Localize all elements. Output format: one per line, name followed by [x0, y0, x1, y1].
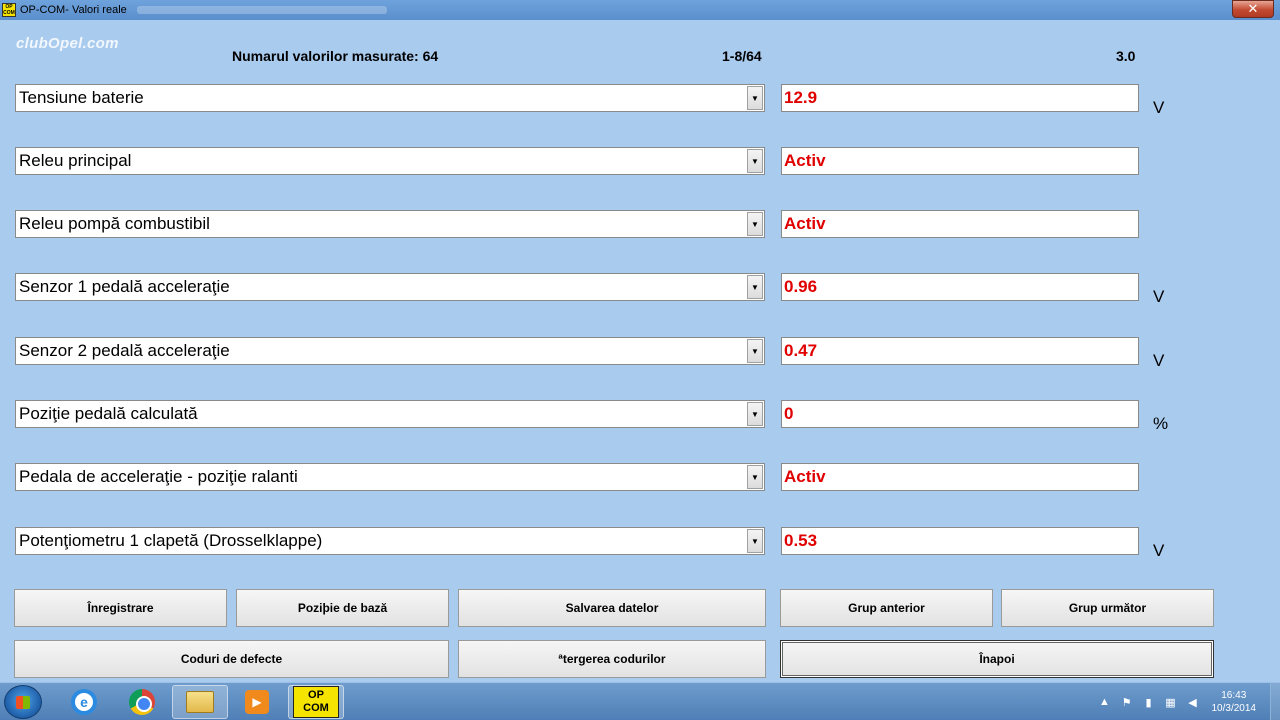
save-data-button[interactable]: Salvarea datelor [458, 589, 766, 627]
media-player-icon: ▶ [245, 690, 269, 714]
chevron-down-icon[interactable]: ▼ [747, 149, 763, 173]
taskbar-chrome[interactable] [114, 685, 170, 719]
parameter-unit-1: V [1153, 98, 1165, 117]
start-button[interactable] [4, 685, 42, 719]
parameter-label: Releu pompă combustibil [19, 214, 210, 233]
parameter-select-2[interactable]: Releu principal ▼ [15, 147, 765, 175]
tray-expand-icon[interactable]: ▲ [1098, 695, 1112, 709]
chevron-down-icon[interactable]: ▼ [747, 339, 763, 363]
parameter-value-7: Activ [781, 463, 1139, 491]
chevron-down-icon[interactable]: ▼ [747, 275, 763, 299]
window-title: OP-COM- Valori reale [20, 4, 127, 16]
volume-icon[interactable]: ◀ [1186, 695, 1200, 709]
taskbar-opcom[interactable]: OP COM [288, 685, 344, 719]
chrome-icon [129, 689, 155, 715]
clock-date: 10/3/2014 [1211, 703, 1257, 714]
taskbar-explorer[interactable] [172, 685, 228, 719]
parameter-unit-6: % [1153, 414, 1169, 433]
parameter-select-7[interactable]: Pedala de acceleraţie - poziţie ralanti … [15, 463, 765, 491]
parameter-value-4: 0.96 [781, 273, 1139, 301]
parameter-select-6[interactable]: Poziţie pedală calculată ▼ [15, 400, 765, 428]
version-label: 3.0 [1116, 48, 1136, 64]
title-bar: OP COM OP-COM- Valori reale ✕ [0, 0, 1280, 20]
next-group-button[interactable]: Grup următor [1001, 589, 1214, 627]
usb-device-icon[interactable]: ▮ [1142, 695, 1156, 709]
parameter-value-5: 0.47 [781, 337, 1139, 365]
internet-explorer-icon: e [71, 689, 97, 715]
clock[interactable]: 16:43 10/3/2014 [1212, 689, 1257, 715]
page-indicator: 1-8/64 [722, 48, 762, 64]
measured-values-count: Numarul valorilor masurate: 64 [232, 48, 439, 64]
clear-codes-button[interactable]: ªtergerea codurilor [458, 640, 766, 678]
watermark-logo: clubOpel.com [16, 35, 119, 52]
folder-icon [186, 691, 214, 713]
title-blurred-region [136, 6, 387, 14]
parameter-unit-8: V [1153, 541, 1165, 560]
clock-time: 16:43 [1221, 690, 1247, 701]
taskbar-media-player[interactable]: ▶ [229, 685, 285, 719]
system-tray: ▲ ⚑ ▮ ▦ ◀ 16:43 10/3/2014 [1094, 683, 1280, 720]
parameter-label: Tensiune baterie [19, 88, 144, 107]
network-icon[interactable]: ▦ [1164, 695, 1178, 709]
parameter-select-4[interactable]: Senzor 1 pedală acceleraţie ▼ [15, 273, 765, 301]
action-center-flag-icon[interactable]: ⚑ [1120, 695, 1134, 709]
client-area: clubOpel.com Numarul valorilor masurate:… [0, 20, 1280, 682]
show-desktop-button[interactable] [1270, 683, 1280, 720]
parameter-value-3: Activ [781, 210, 1139, 238]
chevron-down-icon[interactable]: ▼ [747, 529, 763, 553]
chevron-down-icon[interactable]: ▼ [747, 212, 763, 236]
close-button[interactable]: ✕ [1232, 0, 1274, 18]
parameter-label: Senzor 2 pedală acceleraţie [19, 341, 230, 360]
back-button[interactable]: Înapoi [780, 640, 1214, 678]
chevron-down-icon[interactable]: ▼ [747, 465, 763, 489]
parameter-label: Releu principal [19, 151, 132, 170]
base-position-button[interactable]: Poziþie de bază [236, 589, 449, 627]
taskbar: e ▶ OP COM ▲ ⚑ ▮ ▦ ◀ 16:43 10/3/2014 [0, 682, 1280, 720]
parameter-label: Poziţie pedală calculată [19, 404, 198, 423]
fault-codes-button[interactable]: Coduri de defecte [14, 640, 449, 678]
parameter-unit-5: V [1153, 351, 1165, 370]
parameter-label: Senzor 1 pedală acceleraţie [19, 277, 230, 296]
opcom-icon: OP COM [293, 686, 339, 718]
parameter-value-2: Activ [781, 147, 1139, 175]
taskbar-internet-explorer[interactable]: e [56, 685, 112, 719]
record-button[interactable]: Înregistrare [14, 589, 227, 627]
parameter-select-5[interactable]: Senzor 2 pedală acceleraţie ▼ [15, 337, 765, 365]
parameter-select-3[interactable]: Releu pompă combustibil ▼ [15, 210, 765, 238]
parameter-label: Pedala de acceleraţie - poziţie ralanti [19, 467, 298, 486]
previous-group-button[interactable]: Grup anterior [780, 589, 993, 627]
parameter-label: Potenţiometru 1 clapetă (Drosselklappe) [19, 531, 323, 550]
parameter-select-1[interactable]: Tensiune baterie ▼ [15, 84, 765, 112]
parameter-value-1: 12.9 [781, 84, 1139, 112]
parameter-value-8: 0.53 [781, 527, 1139, 555]
chevron-down-icon[interactable]: ▼ [747, 86, 763, 110]
parameter-unit-4: V [1153, 287, 1165, 306]
parameter-value-6: 0 [781, 400, 1139, 428]
chevron-down-icon[interactable]: ▼ [747, 402, 763, 426]
parameter-select-8[interactable]: Potenţiometru 1 clapetă (Drosselklappe) … [15, 527, 765, 555]
app-icon[interactable]: OP COM [2, 3, 16, 17]
